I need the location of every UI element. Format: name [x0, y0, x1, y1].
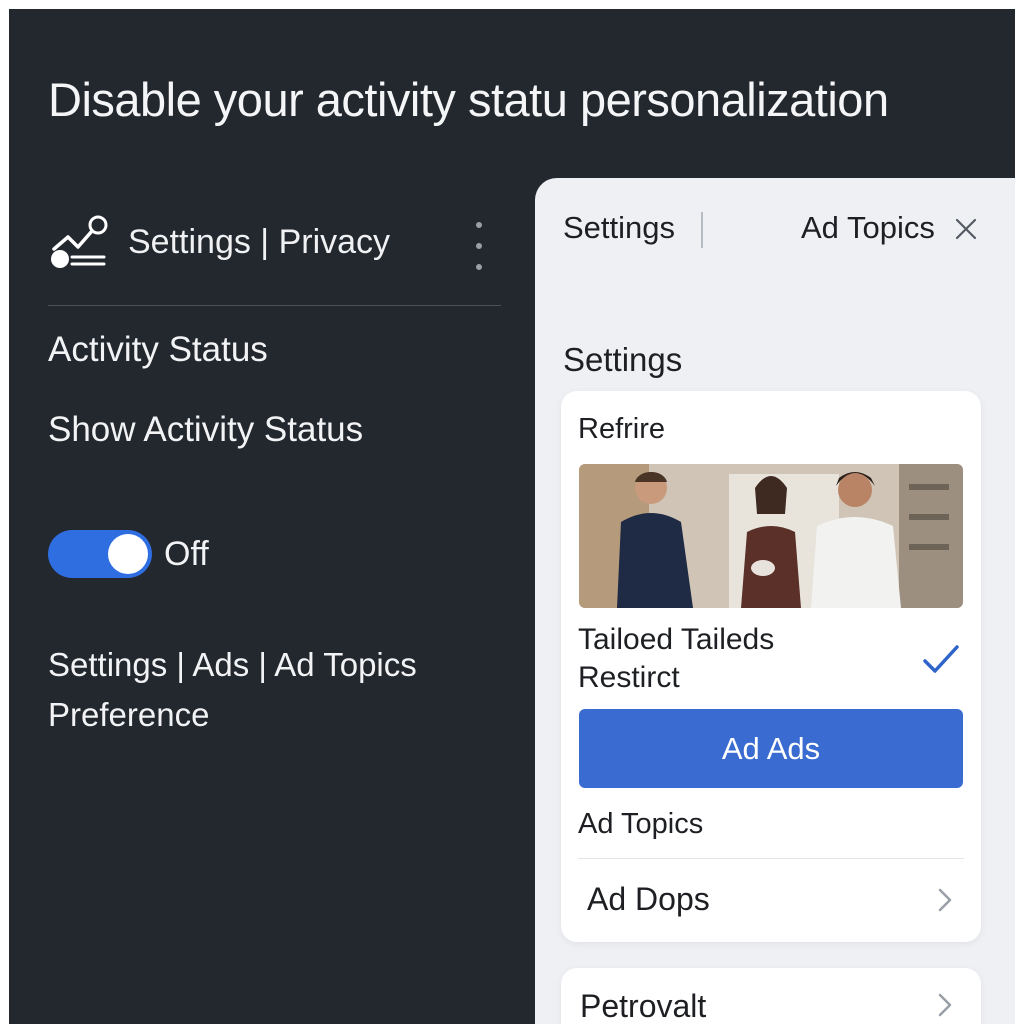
petrovalt-label: Petrovalt: [580, 988, 707, 1024]
tab-settings[interactable]: Settings: [563, 210, 675, 246]
people-photo: [579, 464, 963, 608]
card-title: Refrire: [578, 413, 666, 445]
chevron-right-icon: [938, 993, 952, 1017]
ad-dops-row[interactable]: Ad Dops: [561, 859, 981, 939]
toggle-knob: [108, 534, 148, 574]
divider: [48, 305, 501, 306]
left-header: Settings | Privacy: [48, 210, 508, 274]
show-activity-status-label: Show Activity Status: [48, 410, 364, 449]
page-headline: Disable your activity statu personalizat…: [48, 73, 889, 126]
close-icon[interactable]: [955, 218, 977, 240]
chevron-right-icon: [938, 888, 952, 912]
tab-bar: Settings Ad Topics: [535, 178, 1015, 278]
right-panel: Settings Ad Topics Settings Refrire Tail…: [535, 178, 1015, 1024]
petrovalt-row[interactable]: Petrovalt: [561, 968, 981, 1024]
activity-status-toggle[interactable]: [48, 530, 152, 578]
tab-ad-topics[interactable]: Ad Topics: [801, 210, 935, 246]
panel-heading: Settings: [563, 341, 683, 378]
toggle-state-label: Off: [164, 534, 209, 573]
breadcrumb: Settings | Privacy: [128, 222, 391, 261]
ad-ads-button[interactable]: Ad Ads: [579, 709, 963, 788]
kebab-menu-icon[interactable]: [470, 222, 488, 270]
activity-status-toggle-row: Off: [48, 530, 209, 578]
settings-card: Refrire Tailoed Taileds Restirct Ad Ads …: [561, 391, 981, 942]
activity-logo-icon: [51, 215, 108, 268]
tailored-option-label: Tailoed Taileds Restirct: [578, 623, 775, 694]
settings-path-text: Settings | Ads | Ad Topics Preference: [48, 646, 417, 733]
ad-dops-label: Ad Dops: [587, 881, 710, 917]
checkmark-icon[interactable]: [921, 643, 961, 677]
section-title: Activity Status: [48, 330, 268, 369]
ad-topics-label: Ad Topics: [578, 808, 704, 840]
tab-separator: [701, 212, 703, 248]
